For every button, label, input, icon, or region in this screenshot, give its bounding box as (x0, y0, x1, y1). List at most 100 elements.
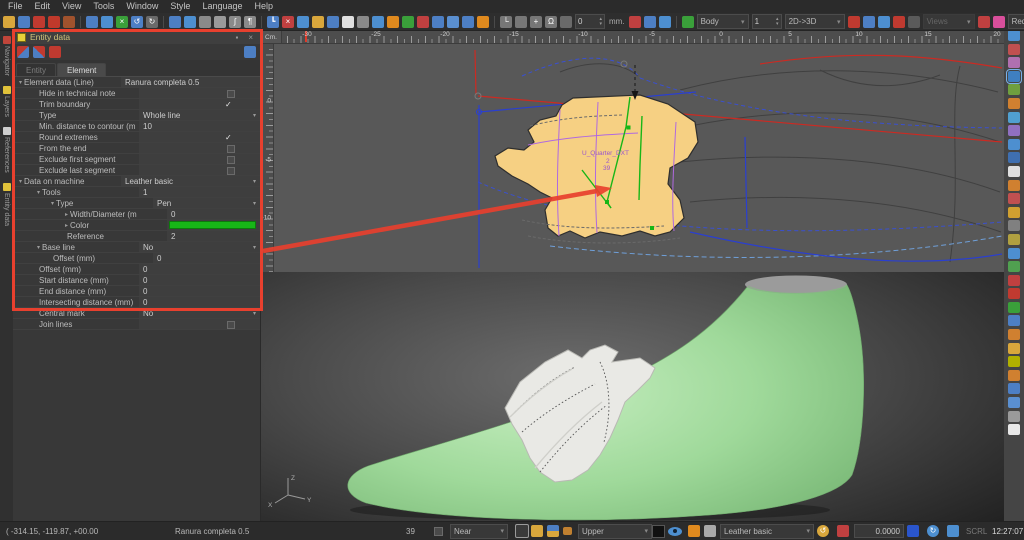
toolbar-icon[interactable] (417, 16, 429, 28)
property-row[interactable]: Trim boundary ✓ (13, 99, 260, 110)
checkbox[interactable] (227, 90, 235, 98)
toolbar-icon[interactable] (169, 16, 181, 28)
expander-icon[interactable]: ▾ (37, 189, 40, 196)
property-value[interactable]: 0 (167, 209, 260, 219)
point-data-icon[interactable] (17, 46, 29, 58)
right-toolbar-icon[interactable] (1008, 112, 1020, 123)
toolbar-icon[interactable]: + (530, 16, 542, 28)
toolbar-icon[interactable]: × (282, 16, 294, 28)
property-row[interactable]: Offset (mm) 0 (13, 253, 260, 264)
line-data-icon[interactable] (33, 46, 45, 58)
right-toolbar-icon[interactable] (1008, 370, 1020, 381)
right-toolbar-icon[interactable] (1008, 329, 1020, 340)
property-value[interactable] (167, 220, 260, 230)
sync-icon[interactable]: ↻ (927, 525, 939, 537)
toolbar-icon[interactable]: ┗ (267, 16, 279, 28)
toolbar-icon[interactable]: × (116, 16, 128, 28)
property-value[interactable]: 0 (139, 264, 260, 274)
toolbar-icon[interactable] (327, 16, 339, 28)
toolbar-icon[interactable] (101, 16, 113, 28)
right-toolbar-icon[interactable] (1008, 152, 1020, 163)
property-value[interactable]: 0 (139, 275, 260, 285)
toolbar-spinner[interactable]: 0▴▾ (575, 14, 605, 29)
menu-item[interactable]: Help (248, 0, 279, 13)
toolbar-icon[interactable]: ↺ (131, 16, 143, 28)
right-toolbar-icon[interactable] (1008, 261, 1020, 272)
toolbar-icon[interactable] (629, 16, 641, 28)
layers-icon[interactable] (547, 525, 559, 537)
tools-wrench-icon[interactable] (704, 525, 716, 537)
table-view-icon[interactable] (515, 524, 529, 538)
right-toolbar-icon[interactable] (1008, 44, 1020, 55)
right-toolbar-icon[interactable] (1008, 180, 1020, 191)
toolbar-icon[interactable] (86, 16, 98, 28)
color-swatch[interactable] (169, 221, 256, 229)
expander-icon[interactable]: ▾ (37, 244, 40, 251)
right-toolbar-icon[interactable] (1008, 383, 1020, 394)
property-value[interactable]: Leather basic ▾ (121, 176, 260, 186)
property-row[interactable]: ▾ Type Pen ▾ (13, 198, 260, 209)
checkbox[interactable] (227, 145, 235, 153)
side-tab[interactable]: Navigator (3, 36, 11, 76)
right-toolbar-icon[interactable] (1008, 356, 1020, 367)
right-toolbar-icon[interactable] (1008, 302, 1020, 313)
property-row[interactable]: ▸ Width/Diameter (m 0 (13, 209, 260, 220)
toolbar-spinner[interactable]: 1▴▾ (752, 14, 782, 29)
property-value[interactable] (139, 143, 260, 153)
right-toolbar-icon[interactable] (1008, 166, 1020, 177)
right-toolbar-icon[interactable] (1008, 275, 1020, 286)
property-value[interactable]: 0 (139, 297, 260, 307)
menu-item[interactable]: Tools (87, 0, 120, 13)
toolbar-icon[interactable] (342, 16, 354, 28)
snap-mode-dropdown[interactable]: Near▾ (450, 524, 508, 539)
toolbar-icon[interactable] (659, 16, 671, 28)
toolbar-icon[interactable] (908, 16, 920, 28)
property-row[interactable]: Offset (mm) 0 (13, 264, 260, 275)
pattern-2d-view[interactable]: U_Quarter_DXT 2 39 Cm. -30-25-20-15-10-5… (260, 30, 1004, 272)
side-tab[interactable]: References (3, 127, 11, 173)
expander-icon[interactable]: ▾ (19, 79, 22, 86)
toolbar-icon[interactable] (432, 16, 444, 28)
frame-blue-icon[interactable] (907, 525, 919, 537)
checkbox[interactable] (227, 156, 235, 164)
side-tab[interactable]: Entity data (3, 183, 11, 226)
expander-icon[interactable]: ▾ (51, 200, 54, 207)
property-row[interactable]: ▸ Color (13, 220, 260, 231)
tab-entity[interactable]: Entity (16, 63, 56, 76)
property-value[interactable]: 2 (167, 231, 260, 241)
toolbar-icon[interactable] (644, 16, 656, 28)
right-toolbar-icon[interactable] (1008, 57, 1020, 68)
property-row[interactable]: Central mark No ▾ (13, 308, 260, 319)
property-row[interactable]: Type Whole line ▾ (13, 110, 260, 121)
property-row[interactable]: Exclude last segment (13, 165, 260, 176)
right-toolbar-icon[interactable] (1008, 125, 1020, 136)
right-toolbar-icon[interactable] (1008, 193, 1020, 204)
toolbar-icon[interactable]: ¶ (244, 16, 256, 28)
tab-element[interactable]: Element (57, 63, 106, 76)
checkmark-icon[interactable]: ✓ (225, 100, 232, 109)
visibility-eye-icon[interactable] (668, 527, 682, 536)
right-toolbar-icon[interactable] (1008, 315, 1020, 326)
layer-dropdown[interactable]: Upper▾ (578, 524, 652, 539)
expander-icon[interactable]: ▸ (65, 222, 68, 229)
menu-item[interactable]: Edit (29, 0, 57, 13)
panel-options-icon[interactable] (244, 46, 256, 58)
toolbar-icon[interactable] (462, 16, 474, 28)
property-value[interactable]: ✓ (139, 99, 260, 109)
toolbar-icon[interactable] (199, 16, 211, 28)
checkbox[interactable] (227, 167, 235, 175)
right-toolbar-icon[interactable] (1008, 30, 1020, 41)
property-row[interactable]: Min. distance to contour (m 10 (13, 121, 260, 132)
settings-gear-icon[interactable] (49, 46, 61, 58)
property-row[interactable]: Hide in technical note (13, 88, 260, 99)
toolbar-icon[interactable] (402, 16, 414, 28)
right-toolbar-icon[interactable] (1008, 207, 1020, 218)
property-row[interactable]: Round extremes ✓ (13, 132, 260, 143)
close-icon[interactable]: × (245, 33, 256, 42)
property-row[interactable]: Intersecting distance (mm) 0 (13, 297, 260, 308)
toolbar-icon[interactable] (372, 16, 384, 28)
toolbar-icon[interactable] (447, 16, 459, 28)
pieces-folder-icon[interactable] (531, 525, 543, 537)
right-toolbar-icon[interactable] (1008, 84, 1020, 95)
status-checkbox[interactable] (434, 527, 443, 536)
